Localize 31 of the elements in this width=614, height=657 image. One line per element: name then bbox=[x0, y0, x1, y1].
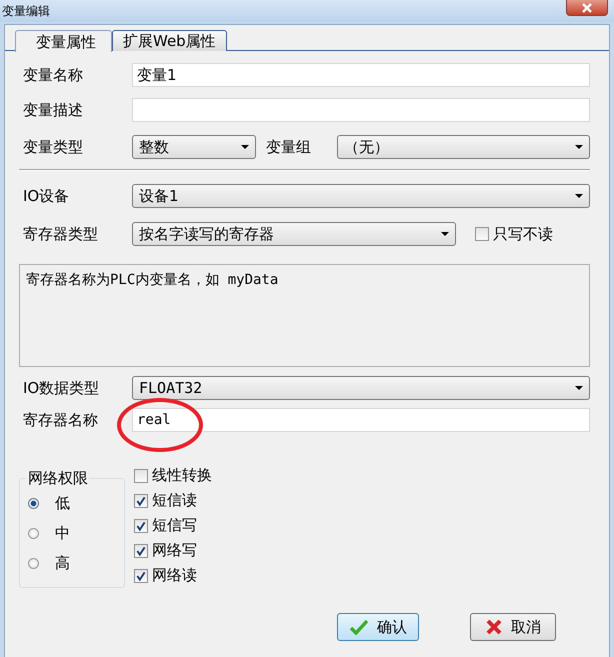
group-dropdown[interactable]: （无） bbox=[337, 135, 590, 159]
register-type-dropdown[interactable]: 按名字读写的寄存器 bbox=[132, 222, 456, 246]
checkbox-label: 只写不读 bbox=[493, 224, 553, 244]
checkbox-label: 短信读 bbox=[152, 491, 197, 510]
confirm-button[interactable]: 确认 bbox=[337, 613, 419, 641]
field-label: 变量类型 bbox=[22, 138, 84, 156]
checkbox-label: 网络写 bbox=[152, 541, 197, 560]
radio-label: 低 bbox=[55, 494, 70, 512]
group-title: 网络权限 bbox=[27, 469, 89, 488]
field-label: 变量名称 bbox=[22, 66, 84, 84]
field-label: 变量描述 bbox=[22, 100, 84, 120]
tab[interactable]: 变量属性 bbox=[15, 30, 112, 52]
name-field[interactable]: 变量1 bbox=[132, 63, 590, 87]
checkbox-label: 线性转换 bbox=[152, 466, 212, 485]
checkbox-label: 短信写 bbox=[152, 516, 197, 535]
field-label: IO数据类型 bbox=[22, 378, 100, 398]
device-dropdown[interactable]: 设备1 bbox=[132, 184, 590, 208]
field-label: 寄存器类型 bbox=[22, 224, 99, 244]
cancel-button[interactable]: 取消 bbox=[470, 613, 556, 641]
tab[interactable]: 扩展Web属性 bbox=[112, 30, 227, 51]
data-type-dropdown[interactable]: FLOAT32 bbox=[132, 376, 590, 400]
window-title: 变量编辑 bbox=[1, 3, 50, 20]
type-dropdown[interactable]: 整数 bbox=[132, 135, 256, 159]
field-label: IO设备 bbox=[22, 186, 70, 206]
field-label: 变量组 bbox=[265, 138, 312, 156]
register-name-field[interactable]: real bbox=[132, 408, 590, 432]
field-label: 寄存器名称 bbox=[22, 410, 99, 430]
radio-label: 中 bbox=[55, 524, 70, 542]
radio-label: 高 bbox=[55, 554, 70, 572]
hint-text: 寄存器名称为PLC内变量名，如 myData bbox=[26, 272, 278, 288]
checkbox-label: 网络读 bbox=[152, 566, 197, 585]
